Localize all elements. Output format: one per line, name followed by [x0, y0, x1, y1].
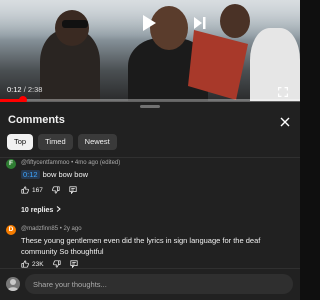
chip-top[interactable]: Top [7, 134, 34, 150]
reply-button[interactable] [69, 186, 77, 194]
user-avatar [6, 277, 20, 291]
thumbs-down-icon [52, 260, 61, 268]
video-player[interactable]: 0:12 / 2:38 [0, 0, 300, 101]
like-button[interactable]: 167 [21, 186, 43, 194]
duration: 2:38 [27, 85, 43, 94]
dislike-button[interactable] [52, 260, 61, 268]
sort-chips: Top Timed Newest [7, 134, 117, 150]
comment-text: These young gentlemen even did the lyric… [21, 236, 261, 256]
reply-button[interactable] [70, 260, 78, 268]
time-display: 0:12 / 2:38 [7, 85, 43, 94]
video-person-left-head [55, 10, 89, 46]
timestamp-link[interactable]: 0:12 [21, 170, 40, 179]
view-replies-button[interactable]: 10 replies [21, 206, 62, 214]
thumbs-up-icon [21, 260, 29, 268]
comment-actions: 167 [21, 186, 77, 194]
like-count: 23K [32, 260, 44, 268]
reply-icon [69, 186, 77, 194]
comment-meta: @madzfinn85 • 2y ago [21, 226, 82, 232]
divider [0, 157, 300, 158]
comments-title: Comments [8, 114, 65, 126]
close-icon [280, 117, 290, 127]
play-icon [143, 15, 156, 31]
avatar[interactable]: D [6, 225, 16, 235]
drag-handle[interactable] [140, 105, 160, 108]
dislike-button[interactable] [52, 186, 60, 194]
fullscreen-button[interactable] [278, 84, 288, 97]
play-button[interactable] [140, 13, 158, 33]
comment-actions: 23K [21, 260, 78, 268]
like-count: 167 [32, 186, 43, 194]
comment-text: bow bow bow [42, 170, 89, 179]
comment-meta: @fiftycentfammoo • 4mo ago (edited) [21, 160, 121, 166]
avatar[interactable]: F [6, 159, 16, 169]
thumbs-down-icon [52, 186, 60, 194]
chevron-right-icon [56, 206, 62, 214]
reply-icon [70, 260, 78, 268]
thumbs-up-icon [21, 186, 29, 194]
current-time: 0:12 [7, 85, 22, 94]
comment-composer [0, 268, 300, 300]
video-person-right-head [220, 4, 250, 38]
video-person-right [250, 28, 300, 101]
comment-input[interactable] [25, 274, 293, 294]
comment-body: 0:12 bow bow bow [21, 170, 88, 181]
next-button[interactable] [192, 15, 208, 31]
chip-newest[interactable]: Newest [77, 134, 117, 150]
chip-timed[interactable]: Timed [38, 134, 73, 150]
like-button[interactable]: 23K [21, 260, 44, 268]
replies-count: 10 replies [21, 206, 54, 214]
close-button[interactable] [279, 115, 291, 127]
next-icon [194, 17, 206, 29]
video-sunglasses [62, 20, 88, 28]
fullscreen-icon [278, 87, 288, 97]
